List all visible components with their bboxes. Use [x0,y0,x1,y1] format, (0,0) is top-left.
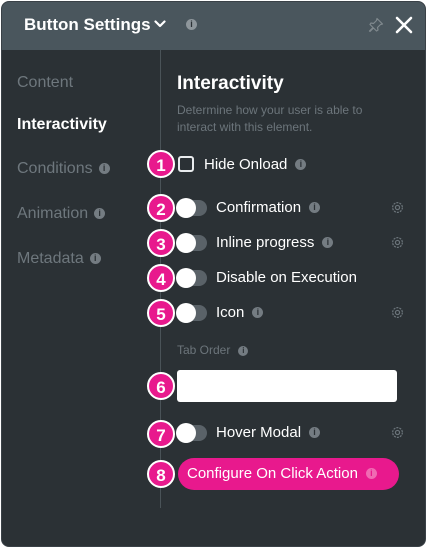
hover-modal-toggle[interactable] [176,423,207,443]
step-badge-2: 2 [147,194,175,222]
inline-progress-toggle[interactable] [176,233,207,253]
panel-header: Button Settings i [2,2,425,50]
panel-title[interactable]: Button Settings [24,15,151,35]
pin-icon[interactable] [368,17,384,33]
step-badge-8: 8 [147,460,175,488]
hide-onload-label: Hide Onload i [204,156,307,173]
sidebar-item-interactivity[interactable]: Interactivity [17,116,107,134]
sidebar-item-label: Conditions [17,160,93,177]
sidebar-item-animation[interactable]: Animation i [17,205,106,223]
hover-modal-gear-icon[interactable] [390,425,405,440]
step-badge-3: 3 [147,229,175,257]
sidebar-item-metadata[interactable]: Metadata i [17,250,101,268]
section-description: Determine how your user is able to inter… [177,103,363,134]
confirmation-toggle[interactable] [176,198,207,218]
step-badge-6: 6 [147,372,175,400]
info-icon[interactable]: i [322,237,334,248]
info-icon: i [89,253,101,264]
button-settings-panel: Button Settings i Content Interactivity … [1,1,426,547]
disable-on-execution-label: Disable on Execution [216,269,357,286]
info-icon: i [94,208,106,219]
info-icon: i [98,163,110,174]
sidebar-item-label: Content [17,74,74,91]
sidebar-item-conditions[interactable]: Conditions i [17,160,110,178]
configure-on-click-action-button[interactable]: Configure On Click Action i [178,458,399,490]
chevron-down-icon[interactable] [154,19,166,29]
info-icon[interactable]: i [295,159,307,170]
step-badge-5: 5 [147,299,175,327]
close-icon[interactable] [395,16,413,34]
confirmation-label: Confirmation i [216,199,321,216]
icon-label: Icon i [216,304,264,321]
sidebar-item-content[interactable]: Content [17,74,73,92]
tab-order-input[interactable] [177,370,397,402]
section-title: Interactivity [177,73,284,94]
info-icon[interactable]: i [309,427,321,438]
info-icon[interactable]: i [309,202,321,213]
inline-progress-gear-icon[interactable] [390,235,405,250]
sidebar-item-label: Interactivity [17,116,107,133]
info-icon[interactable]: i [238,346,249,356]
hover-modal-label: Hover Modal i [216,424,321,441]
step-badge-4: 4 [147,264,175,292]
step-badge-7: 7 [147,420,175,448]
tab-order-label: Tab Order i [177,343,249,357]
step-badge-1: 1 [147,150,175,178]
icon-toggle[interactable] [176,303,207,323]
info-icon[interactable]: i [186,19,197,30]
confirmation-gear-icon[interactable] [390,200,405,215]
sidebar-item-label: Metadata [17,250,84,267]
settings-sidebar: Content Interactivity Conditions i Animat… [2,50,160,510]
disable-on-execution-toggle[interactable] [176,268,207,288]
sidebar-item-label: Animation [17,205,89,222]
hide-onload-checkbox[interactable] [178,156,194,172]
info-icon: i [365,468,377,479]
info-icon[interactable]: i [252,307,264,318]
icon-gear-icon[interactable] [390,305,405,320]
inline-progress-label: Inline progress i [216,234,334,251]
